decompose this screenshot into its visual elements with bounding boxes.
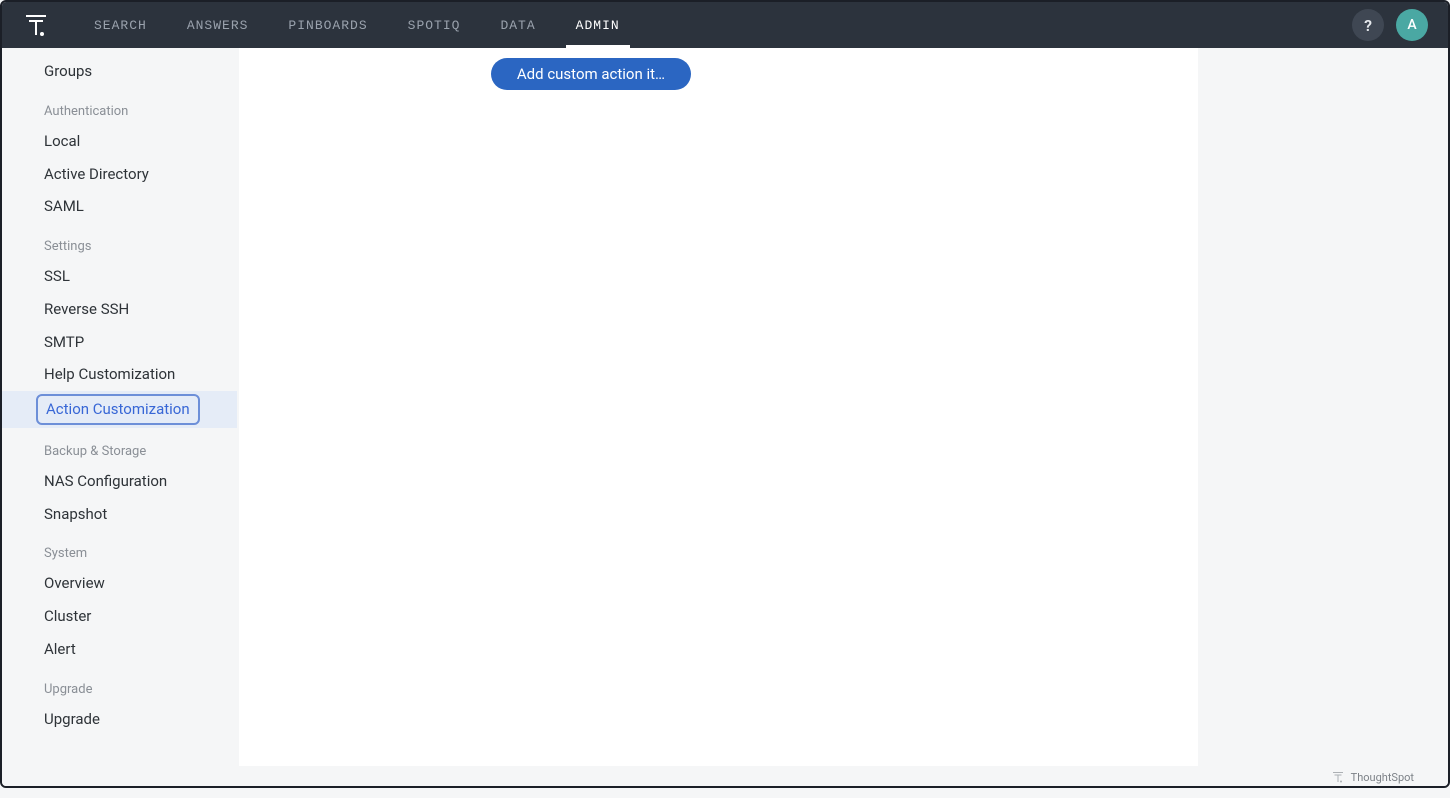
sidebar-item-help-customization[interactable]: Help Customization: [2, 358, 237, 391]
sidebar-section-authentication: Authentication: [2, 88, 237, 125]
nav-item-answers[interactable]: ANSWERS: [187, 2, 249, 48]
sidebar-item-active-directory[interactable]: Active Directory: [2, 158, 237, 191]
nav-item-admin[interactable]: ADMIN: [576, 2, 620, 48]
sidebar-item-smtp[interactable]: SMTP: [2, 326, 237, 359]
nav-item-pinboards[interactable]: PINBOARDS: [288, 2, 367, 48]
sidebar-item-reverse-ssh[interactable]: Reverse SSH: [2, 293, 237, 326]
sidebar-item-overview[interactable]: Overview: [2, 567, 237, 600]
sidebar-item-action-customization[interactable]: Action Customization: [2, 391, 237, 428]
sidebar-item-ssl[interactable]: SSL: [2, 260, 237, 293]
sidebar-item-upgrade[interactable]: Upgrade: [2, 703, 237, 736]
sidebar-section-backup-storage: Backup & Storage: [2, 428, 237, 465]
footer-brand: ThoughtSpot: [1331, 770, 1414, 784]
admin-sidebar: GroupsAuthenticationLocalActive Director…: [2, 48, 237, 786]
sidebar-section-system: System: [2, 530, 237, 567]
brand-logo[interactable]: [22, 11, 50, 39]
nav-item-spotiq[interactable]: SPOTIQ: [408, 2, 461, 48]
sidebar-section-upgrade: Upgrade: [2, 666, 237, 703]
sidebar-item-snapshot[interactable]: Snapshot: [2, 498, 237, 531]
top-nav: SEARCHANSWERSPINBOARDSSPOTIQDATAADMIN ? …: [2, 2, 1448, 48]
help-button[interactable]: ?: [1352, 9, 1384, 41]
sidebar-item-saml[interactable]: SAML: [2, 190, 237, 223]
sidebar-item-cluster[interactable]: Cluster: [2, 600, 237, 633]
add-custom-action-button[interactable]: Add custom action it…: [491, 58, 691, 90]
nav-item-search[interactable]: SEARCH: [94, 2, 147, 48]
sidebar-item-groups[interactable]: Groups: [2, 54, 237, 88]
sidebar-item-nas-configuration[interactable]: NAS Configuration: [2, 465, 237, 498]
main-content: Add custom action it… ThoughtSpot: [237, 48, 1448, 786]
sidebar-section-settings: Settings: [2, 223, 237, 260]
sidebar-item-alert[interactable]: Alert: [2, 633, 237, 666]
sidebar-item-local[interactable]: Local: [2, 125, 237, 158]
user-avatar[interactable]: A: [1396, 9, 1428, 41]
footer-brand-text: ThoughtSpot: [1351, 771, 1414, 784]
nav-item-data[interactable]: DATA: [500, 2, 535, 48]
content-panel: Add custom action it…: [239, 48, 1198, 766]
